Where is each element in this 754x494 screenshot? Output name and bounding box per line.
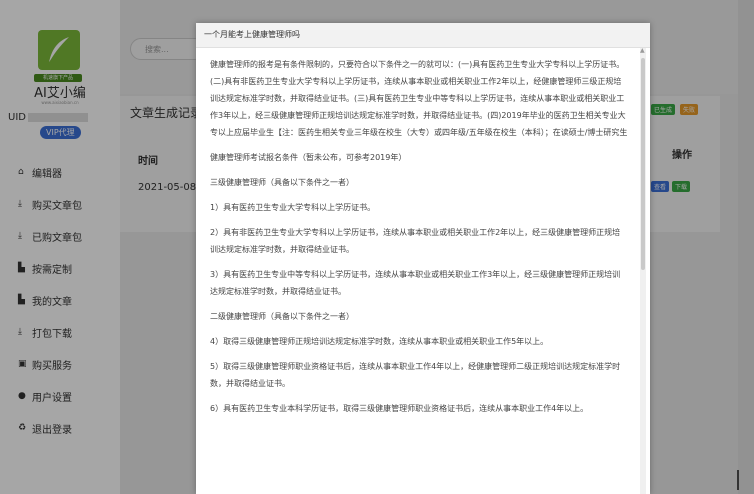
modal-paragraph: 三级健康管理师（具备以下条件之一者）	[210, 178, 354, 187]
modal-paragraph: 2）具有非医药卫生专业大学专科以上学历证书，连续从事本职业或相关职业工作2年以上…	[210, 228, 621, 254]
text-cursor	[737, 470, 739, 490]
scroll-up-icon[interactable]: ▲	[640, 47, 645, 54]
modal-paragraph: 5）取得三级健康管理师职业资格证书后，连续从事本职业工作4年以上，经健康管理师二…	[210, 362, 621, 388]
modal-title: 一个月能考上健康管理师吗	[196, 23, 650, 48]
modal-paragraph: 1）具有医药卫生专业大学专科以上学历证书。	[210, 203, 376, 212]
modal-paragraph: 健康管理师的报考是有条件限制的，只要符合以下条件之一的就可以：(一)具有医药卫生…	[210, 60, 628, 137]
modal-paragraph: 4）取得三级健康管理师正规培训达规定标准学时数，连续从事本职业或相关职业工作5年…	[210, 337, 549, 346]
scrollbar-thumb[interactable]	[641, 58, 645, 270]
modal-paragraph: 3）具有医药卫生专业中等专科以上学历证书，连续从事本职业或相关职业工作3年以上，…	[210, 270, 621, 296]
modal-body[interactable]: 健康管理师的报考是有条件限制的，只要符合以下条件之一的就可以：(一)具有医药卫生…	[196, 48, 642, 494]
modal-paragraph: 健康管理师考试报名条件（暂未公布，可参考2019年）	[210, 153, 407, 162]
article-modal: 一个月能考上健康管理师吗 健康管理师的报考是有条件限制的，只要符合以下条件之一的…	[196, 23, 650, 494]
modal-paragraph: 二级健康管理师（具备以下条件之一者）	[210, 312, 354, 321]
modal-paragraph: 6）具有医药卫生专业本科学历证书，取得三级健康管理师职业资格证书后，连续从事本职…	[210, 404, 589, 413]
